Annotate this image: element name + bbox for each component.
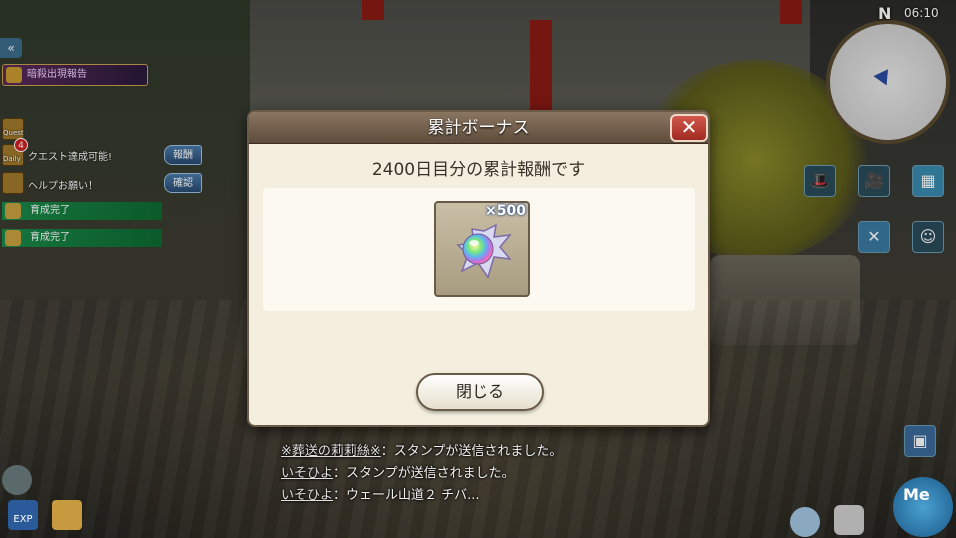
chat-sender[interactable]: いそひよ bbox=[281, 488, 333, 503]
reward-quantity: ×500 bbox=[485, 203, 526, 219]
reward-item[interactable]: ×500 bbox=[434, 201, 530, 297]
chat-sender[interactable]: ※葬送の莉莉絲※ bbox=[281, 444, 381, 459]
close-icon[interactable]: ✕ bbox=[670, 114, 708, 142]
item-bag-icon[interactable] bbox=[52, 500, 82, 530]
me-menu-button[interactable]: Me bbox=[893, 477, 953, 537]
stamp-icon[interactable] bbox=[2, 465, 32, 495]
dialog-title: 累計ボーナス bbox=[427, 118, 530, 138]
chat-text: ：スタンプが送信されました。 bbox=[333, 466, 515, 481]
reward-panel: ×500 bbox=[263, 188, 695, 311]
me-label: Me bbox=[903, 485, 930, 504]
exp-label: EXP bbox=[13, 514, 33, 525]
chat-message: ※葬送の莉莉絲※：スタンプが送信されました。 bbox=[281, 441, 701, 463]
close-button[interactable]: 閉じる bbox=[416, 373, 544, 411]
chat-message: いそひよ：ウェール山道２ チバ... bbox=[281, 485, 701, 507]
exp-button[interactable]: EXP bbox=[8, 500, 38, 530]
cumulative-bonus-dialog: 累計ボーナス ✕ 2400日目分の累計報酬です ×500 閉じる bbox=[247, 110, 710, 427]
chat-text: ：ウェール山道２ チバ... bbox=[333, 488, 480, 503]
rainbow-gem-icon bbox=[456, 223, 512, 279]
chat-message: いそひよ：スタンプが送信されました。 bbox=[281, 463, 701, 485]
chat-text: ：スタンプが送信されました。 bbox=[380, 444, 563, 459]
chat-bubble-icon[interactable] bbox=[834, 505, 864, 535]
emote-icon[interactable] bbox=[790, 507, 820, 537]
dialog-subtitle: 2400日目分の累計報酬です bbox=[371, 160, 586, 180]
chat-sender[interactable]: いそひよ bbox=[281, 466, 333, 481]
chat-log: ※葬送の莉莉絲※：スタンプが送信されました。 いそひよ：スタンプが送信されました… bbox=[281, 441, 701, 507]
